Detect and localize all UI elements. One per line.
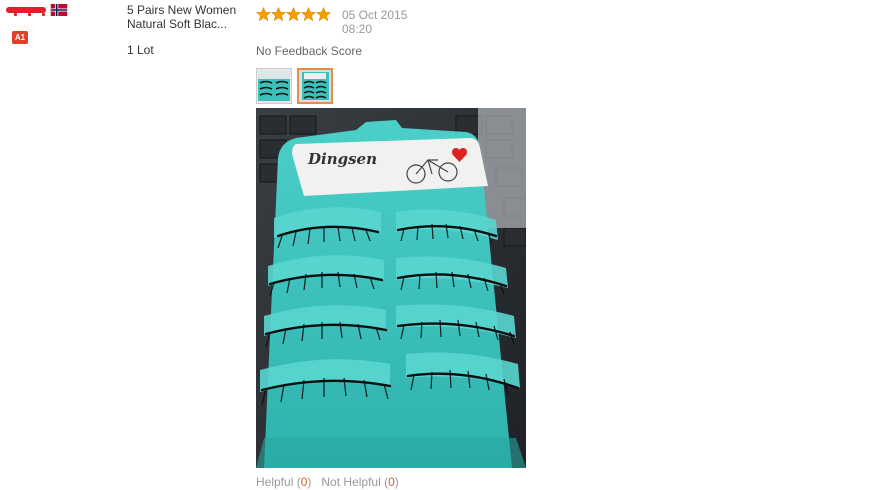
not-helpful-button[interactable]: Not Helpful (0) <box>321 475 398 489</box>
review-column: 05 Oct 2015 08:20 No Feedback Score Ding… <box>256 0 816 490</box>
helpful-row: Helpful (0) Not Helpful (0) <box>256 475 399 489</box>
review-photo-thumbnail-selected[interactable] <box>297 68 333 104</box>
feedback-score: No Feedback Score <box>256 44 363 58</box>
redaction-mark <box>42 13 45 16</box>
review-date: 05 Oct 2015 08:20 <box>342 8 408 36</box>
buyer-name-redacted[interactable] <box>6 7 46 16</box>
review-photo-thumbnail[interactable] <box>256 68 292 104</box>
helpful-close: ) <box>307 475 312 489</box>
helpful-button[interactable]: Helpful (0) <box>256 475 311 489</box>
thumbnail-image <box>299 70 331 102</box>
redaction-mark <box>14 13 17 16</box>
product-quantity: 1 Lot <box>127 43 154 57</box>
thumbnail-image <box>257 69 291 103</box>
flag-norway-icon <box>50 4 68 16</box>
product-title-link[interactable]: 5 Pairs New Women Natural Soft Blac... <box>127 3 245 31</box>
eyelash-package-photo: Dingsen <box>256 108 526 468</box>
photo-brand-text: Dingsen <box>307 150 377 168</box>
buyer-column: A1 <box>0 0 120 490</box>
star-rating <box>256 7 331 22</box>
not-helpful-label: Not Helpful <box>321 475 381 489</box>
star-icon <box>271 7 286 22</box>
not-helpful-close: ) <box>394 475 399 489</box>
helpful-label: Helpful <box>256 475 294 489</box>
not-helpful-count: 0 <box>388 475 395 489</box>
redaction-mark <box>28 13 31 16</box>
redaction-mark <box>6 7 46 13</box>
buyer-level-badge: A1 <box>12 31 28 44</box>
review-photo[interactable]: Dingsen <box>256 108 526 468</box>
star-icon <box>256 7 271 22</box>
star-icon <box>316 7 331 22</box>
star-icon <box>286 7 301 22</box>
star-icon <box>301 7 316 22</box>
